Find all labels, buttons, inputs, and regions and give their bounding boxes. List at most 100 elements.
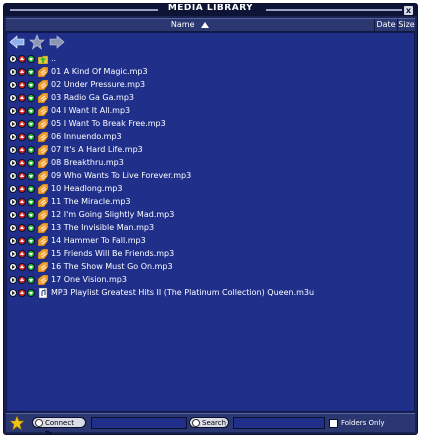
play-button-icon[interactable]	[9, 171, 17, 180]
play-button-icon[interactable]	[9, 67, 17, 76]
add-button-icon[interactable]	[27, 197, 35, 206]
enqueue-button-icon[interactable]	[18, 119, 26, 128]
add-button-icon[interactable]	[27, 158, 35, 167]
forward-arrow-icon[interactable]	[49, 34, 65, 50]
connect-to-button[interactable]: Connect To	[32, 417, 86, 434]
connect-to-label: Connect To	[45, 419, 74, 435]
list-item[interactable]: 15 Friends Will Be Friends.mp3	[9, 247, 414, 260]
enqueue-button-icon[interactable]	[18, 197, 26, 206]
add-button-icon[interactable]	[27, 210, 35, 219]
list-item[interactable]: 11 The Miracle.mp3	[9, 195, 414, 208]
back-arrow-icon[interactable]	[9, 34, 25, 50]
enqueue-button-icon[interactable]	[18, 80, 26, 89]
list-item[interactable]: 07 It's A Hard Life.mp3	[9, 143, 414, 156]
add-button-icon[interactable]	[27, 119, 35, 128]
play-button-icon[interactable]	[9, 93, 17, 102]
add-button-icon[interactable]	[27, 132, 35, 141]
play-button-icon[interactable]	[9, 236, 17, 245]
add-button-icon[interactable]	[27, 249, 35, 258]
bottom-toolbar: Connect To Search Folders Only	[6, 413, 415, 434]
search-input[interactable]	[233, 417, 325, 429]
play-button-icon[interactable]	[9, 249, 17, 258]
list-item[interactable]: 05 I Want To Break Free.mp3	[9, 117, 414, 130]
enqueue-button-icon[interactable]	[18, 184, 26, 193]
play-button-icon[interactable]	[9, 223, 17, 232]
file-list[interactable]: .. 01 A Kind Of Magic.mp3 02 Under Pressur…	[6, 32, 415, 412]
close-button[interactable]: x	[404, 6, 413, 15]
enqueue-button-icon[interactable]	[18, 93, 26, 102]
enqueue-button-icon[interactable]	[18, 262, 26, 271]
list-item[interactable]: 12 I'm Going Slightly Mad.mp3	[9, 208, 414, 221]
enqueue-button-icon[interactable]	[18, 145, 26, 154]
list-item[interactable]: 08 Breakthru.mp3	[9, 156, 414, 169]
list-item-label: 16 The Show Must Go On.mp3	[51, 262, 173, 271]
enqueue-button-icon[interactable]	[18, 210, 26, 219]
play-button-icon[interactable]	[9, 197, 17, 206]
enqueue-button-icon[interactable]	[18, 132, 26, 141]
playlist-file-icon	[38, 287, 48, 298]
enqueue-button-icon[interactable]	[18, 171, 26, 180]
list-item[interactable]: ..	[9, 52, 414, 65]
column-date-header[interactable]: Date	[375, 19, 398, 31]
play-button-icon[interactable]	[9, 132, 17, 141]
list-item[interactable]: 09 Who Wants To Live Forever.mp3	[9, 169, 414, 182]
column-size-header[interactable]: Size	[398, 19, 415, 31]
folders-only-checkbox[interactable]	[329, 419, 338, 428]
add-button-icon[interactable]	[27, 93, 35, 102]
enqueue-button-icon[interactable]	[18, 249, 26, 258]
add-button-icon[interactable]	[27, 184, 35, 193]
play-button-icon[interactable]	[9, 184, 17, 193]
list-item[interactable]: 16 The Show Must Go On.mp3	[9, 260, 414, 273]
play-button-icon[interactable]	[9, 80, 17, 89]
favorites-star-icon[interactable]	[9, 415, 25, 431]
add-button-icon[interactable]	[27, 262, 35, 271]
audio-file-icon	[38, 170, 48, 181]
title-bar[interactable]: MEDIA LIBRARY x	[4, 4, 417, 16]
list-item-label: 13 The Invisible Man.mp3	[51, 223, 155, 232]
list-item[interactable]: 03 Radio Ga Ga.mp3	[9, 91, 414, 104]
column-name-header[interactable]: Name	[6, 19, 375, 31]
list-item-label: MP3 Playlist Greatest Hits II (The Plati…	[51, 288, 315, 297]
play-button-icon[interactable]	[9, 275, 17, 284]
add-button-icon[interactable]	[27, 223, 35, 232]
list-item[interactable]: 13 The Invisible Man.mp3	[9, 221, 414, 234]
enqueue-button-icon[interactable]	[18, 223, 26, 232]
connect-address-field[interactable]	[91, 417, 187, 429]
enqueue-button-icon[interactable]	[18, 236, 26, 245]
add-button-icon[interactable]	[27, 275, 35, 284]
add-button-icon[interactable]	[27, 171, 35, 180]
add-button-icon[interactable]	[27, 106, 35, 115]
enqueue-button-icon[interactable]	[18, 106, 26, 115]
add-button-icon[interactable]	[27, 236, 35, 245]
add-button-icon[interactable]	[27, 288, 35, 297]
list-item[interactable]: 17 One Vision.mp3	[9, 273, 414, 286]
list-item[interactable]: 14 Hammer To Fall.mp3	[9, 234, 414, 247]
list-item[interactable]: MP3 Playlist Greatest Hits II (The Plati…	[9, 286, 414, 299]
enqueue-button-icon[interactable]	[18, 275, 26, 284]
favorite-star-icon[interactable]	[29, 34, 45, 50]
list-item-label: 15 Friends Will Be Friends.mp3	[51, 249, 175, 258]
play-button-icon[interactable]	[9, 210, 17, 219]
enqueue-button-icon[interactable]	[18, 288, 26, 297]
add-button-icon[interactable]	[27, 67, 35, 76]
enqueue-button-icon[interactable]	[18, 67, 26, 76]
list-item[interactable]: 02 Under Pressure.mp3	[9, 78, 414, 91]
play-button-icon[interactable]	[9, 158, 17, 167]
list-item[interactable]: 01 A Kind Of Magic.mp3	[9, 65, 414, 78]
play-button-icon[interactable]	[9, 288, 17, 297]
play-button-icon[interactable]	[9, 54, 17, 63]
list-item[interactable]: 04 I Want It All.mp3	[9, 104, 414, 117]
add-button-icon[interactable]	[27, 54, 35, 63]
audio-file-icon	[38, 144, 48, 155]
list-item[interactable]: 10 Headlong.mp3	[9, 182, 414, 195]
list-item[interactable]: 06 Innuendo.mp3	[9, 130, 414, 143]
add-button-icon[interactable]	[27, 145, 35, 154]
enqueue-button-icon[interactable]	[18, 54, 26, 63]
play-button-icon[interactable]	[9, 119, 17, 128]
enqueue-button-icon[interactable]	[18, 158, 26, 167]
play-button-icon[interactable]	[9, 106, 17, 115]
add-button-icon[interactable]	[27, 80, 35, 89]
search-button[interactable]: Search	[189, 417, 229, 428]
play-button-icon[interactable]	[9, 145, 17, 154]
play-button-icon[interactable]	[9, 262, 17, 271]
